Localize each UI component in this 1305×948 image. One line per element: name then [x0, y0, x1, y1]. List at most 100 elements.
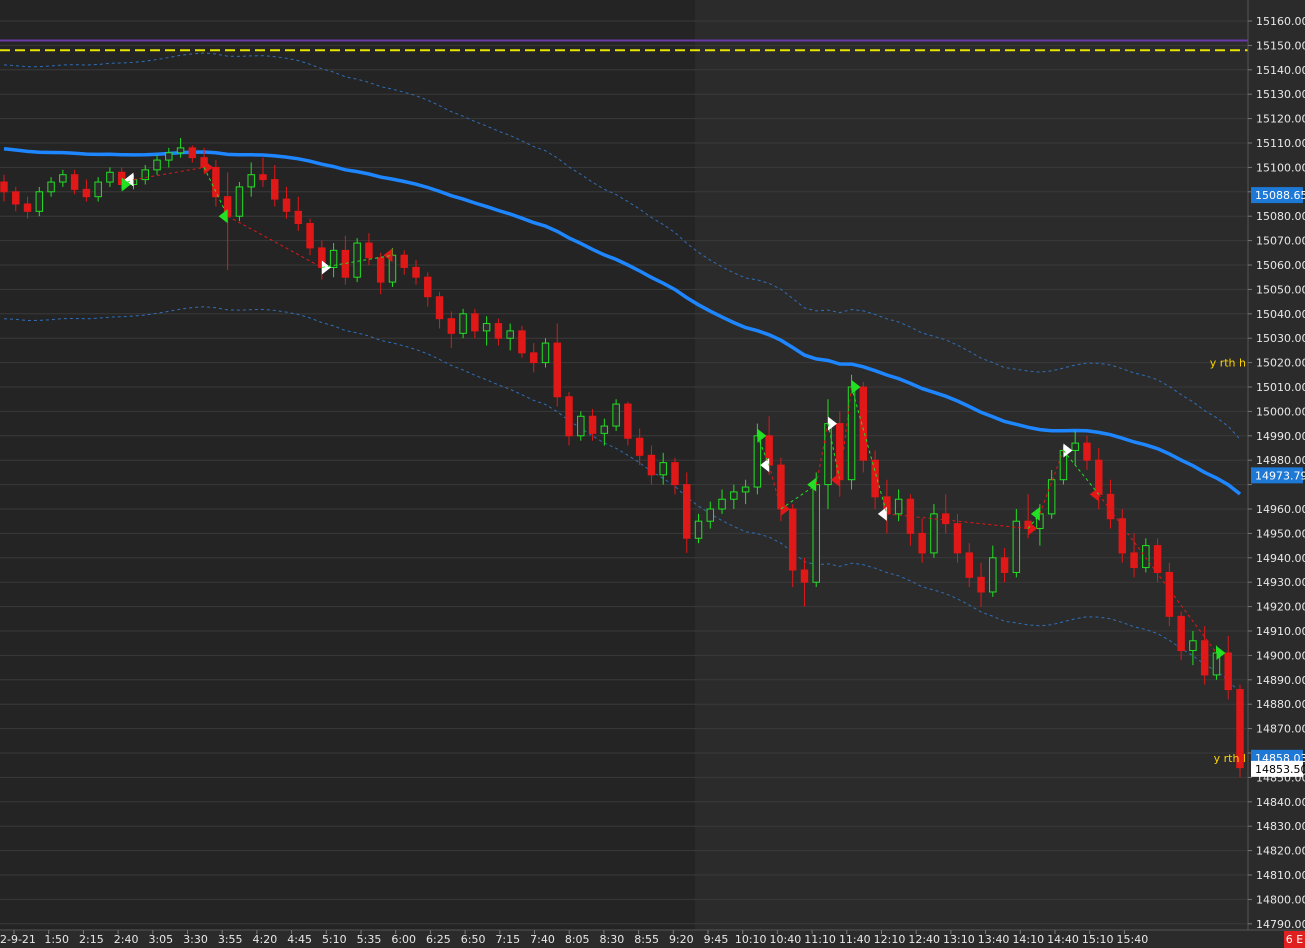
x-tick-label: 14:40: [1047, 933, 1079, 946]
candle-body: [1106, 493, 1115, 520]
y-tick-label: 14810.00: [1256, 869, 1305, 882]
x-tick-label: 15:40: [1117, 933, 1149, 946]
y-tick-label: 14960.00: [1256, 503, 1305, 516]
candle-body: [930, 513, 938, 554]
x-tick-label: 13:10: [943, 933, 975, 946]
candle-body: [471, 313, 479, 332]
x-tick-label: 4:45: [287, 933, 312, 946]
x-tick-label: 14:10: [1012, 933, 1044, 946]
candle-body: [718, 498, 726, 510]
y-tick-label: 14900.00: [1256, 649, 1305, 662]
x-tick-label: 12:40: [908, 933, 940, 946]
x-tick-label: 10:40: [770, 933, 802, 946]
candle-body: [1153, 545, 1162, 573]
candle-body: [953, 523, 962, 554]
candle-body: [153, 159, 161, 171]
candle-body: [1224, 652, 1232, 691]
candle-body: [859, 386, 868, 461]
candle-body: [1165, 571, 1174, 617]
candle-body: [1000, 557, 1009, 573]
candle-body: [82, 188, 91, 198]
y-tick-label: 14790.00: [1256, 918, 1305, 931]
candle-body: [635, 437, 644, 456]
candle-body: [1118, 518, 1127, 554]
x-tick-label: 11:10: [804, 933, 836, 946]
x-tick-label: 13:40: [978, 933, 1010, 946]
level-label: y rth l: [1214, 752, 1246, 765]
candle-body: [424, 276, 432, 298]
candle-body: [376, 257, 385, 283]
candle-body: [812, 484, 820, 583]
x-tick-label: 5:35: [357, 933, 382, 946]
x-tick-label: 2:40: [114, 933, 139, 946]
candle-body: [494, 323, 503, 339]
candle-body: [1071, 442, 1079, 451]
candle-body: [353, 242, 361, 278]
x-tick-label: 3:30: [183, 933, 208, 946]
x-tick-label: 2-9-21: [0, 933, 36, 946]
x-tick-label: 5:10: [322, 933, 347, 946]
candle-body: [1047, 479, 1056, 515]
x-tick-label: 12:10: [874, 933, 906, 946]
candle-body: [800, 569, 809, 583]
y-tick-label: 14830.00: [1256, 820, 1305, 833]
candle-body: [235, 186, 244, 217]
y-tick-label: 14800.00: [1256, 893, 1305, 906]
y-tick-label: 14980.00: [1256, 454, 1305, 467]
x-tick-label: 2:15: [79, 933, 104, 946]
candle-body: [282, 198, 291, 212]
candle-body: [1083, 442, 1091, 461]
candle-body: [59, 174, 67, 183]
corner-badge: 6 E: [1284, 931, 1305, 948]
candle-body: [459, 313, 467, 334]
candle-body: [1189, 640, 1197, 652]
candle-body: [341, 249, 350, 278]
y-tick-label: 15160.00: [1256, 15, 1305, 28]
candle-body: [588, 415, 597, 434]
candle-body: [94, 181, 102, 198]
candle-body: [271, 179, 279, 200]
price-chart[interactable]: 15160.00 15150.00 15140.00 15130.00 15120.00…: [0, 0, 1305, 948]
candle-body: [165, 152, 173, 161]
candle-body: [35, 191, 44, 212]
candle-body: [565, 396, 573, 437]
price-tag-label: 14973.79: [1255, 469, 1305, 482]
y-tick-label: 14820.00: [1256, 845, 1305, 858]
candle-body: [506, 330, 514, 339]
y-tick-label: 14920.00: [1256, 601, 1305, 614]
y-tick-label: 15020.00: [1256, 357, 1305, 370]
y-tick-label: 15050.00: [1256, 283, 1305, 296]
previous-session-shade: [0, 0, 695, 930]
x-tick-label: 15:10: [1082, 933, 1114, 946]
y-tick-label: 15110.00: [1256, 137, 1305, 150]
candle-body: [212, 166, 220, 198]
candle-body: [1012, 520, 1021, 573]
candle-body: [894, 498, 903, 515]
candle-body: [447, 318, 456, 334]
candle-body: [106, 171, 114, 183]
x-tick-label: 8:55: [634, 933, 659, 946]
y-tick-label: 15150.00: [1256, 39, 1305, 52]
candle-body: [176, 147, 185, 154]
x-tick-label: 1:50: [44, 933, 69, 946]
level-label: y rth h: [1210, 357, 1246, 370]
candle-body: [989, 557, 997, 593]
y-tick-label: 15070.00: [1256, 235, 1305, 248]
y-tick-label: 15000.00: [1256, 405, 1305, 418]
candle-body: [659, 462, 667, 476]
y-tick-label: 15120.00: [1256, 113, 1305, 126]
y-tick-label: 14840.00: [1256, 796, 1305, 809]
x-tick-label: 7:40: [530, 933, 555, 946]
corner-badge-label: 6 E: [1286, 933, 1303, 946]
y-tick-label: 15030.00: [1256, 332, 1305, 345]
y-tick-label: 14870.00: [1256, 723, 1305, 736]
candle-body: [553, 342, 561, 398]
candle-body: [259, 174, 267, 181]
candle-body: [918, 532, 926, 554]
candle-body: [47, 181, 55, 193]
candle-body: [741, 486, 750, 493]
x-tick-label: 11:40: [839, 933, 871, 946]
candle-body: [647, 454, 656, 476]
candle-body: [518, 330, 526, 354]
y-tick-label: 14880.00: [1256, 698, 1305, 711]
